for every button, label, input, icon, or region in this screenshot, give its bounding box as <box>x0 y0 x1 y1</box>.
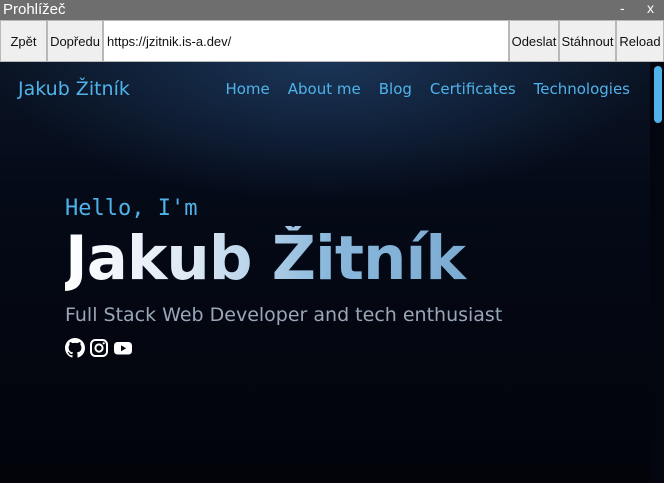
download-button[interactable]: Stáhnout <box>559 20 616 62</box>
github-icon <box>65 338 85 358</box>
hero-tagline: Full Stack Web Developer and tech enthus… <box>65 304 503 326</box>
site-brand-link[interactable]: Jakub Žitník <box>18 78 130 100</box>
nav-technologies[interactable]: Technologies <box>534 80 630 98</box>
github-link[interactable] <box>65 338 85 358</box>
window-title: Prohlížeč <box>3 1 66 18</box>
minimize-button[interactable]: - <box>620 0 625 16</box>
window-titlebar: Prohlížeč - x <box>0 0 664 20</box>
social-links <box>65 338 502 358</box>
site-navbar: Jakub Žitník Home About me Blog Certific… <box>0 62 650 114</box>
instagram-link[interactable] <box>89 338 109 358</box>
youtube-icon <box>114 342 132 355</box>
close-button[interactable]: x <box>647 0 654 16</box>
scrollbar-thumb[interactable] <box>654 66 662 123</box>
nav-home[interactable]: Home <box>225 80 269 98</box>
submit-button[interactable]: Odeslat <box>509 20 559 62</box>
forward-button[interactable]: Dopředu <box>47 20 103 62</box>
browser-toolbar: Zpět Dopředu Odeslat Stáhnout Reload <box>0 20 664 62</box>
page-viewport: Jakub Žitník Home About me Blog Certific… <box>0 62 664 483</box>
youtube-link[interactable] <box>113 338 133 358</box>
hero-name: Jakub Žitník <box>65 226 502 292</box>
instagram-icon <box>90 339 108 357</box>
hero-section: Hello, I'm Jakub Žitník Full Stack Web D… <box>65 194 502 358</box>
back-button[interactable]: Zpět <box>0 20 47 62</box>
nav-blog[interactable]: Blog <box>379 80 412 98</box>
hero-greeting: Hello, I'm <box>65 196 198 221</box>
reload-button[interactable]: Reload <box>616 20 664 62</box>
page-scrollbar[interactable] <box>650 62 664 483</box>
address-bar[interactable] <box>103 20 509 62</box>
nav-about-me[interactable]: About me <box>288 80 361 98</box>
nav-certificates[interactable]: Certificates <box>430 80 516 98</box>
site-nav: Home About me Blog Certificates Technolo… <box>225 80 630 98</box>
